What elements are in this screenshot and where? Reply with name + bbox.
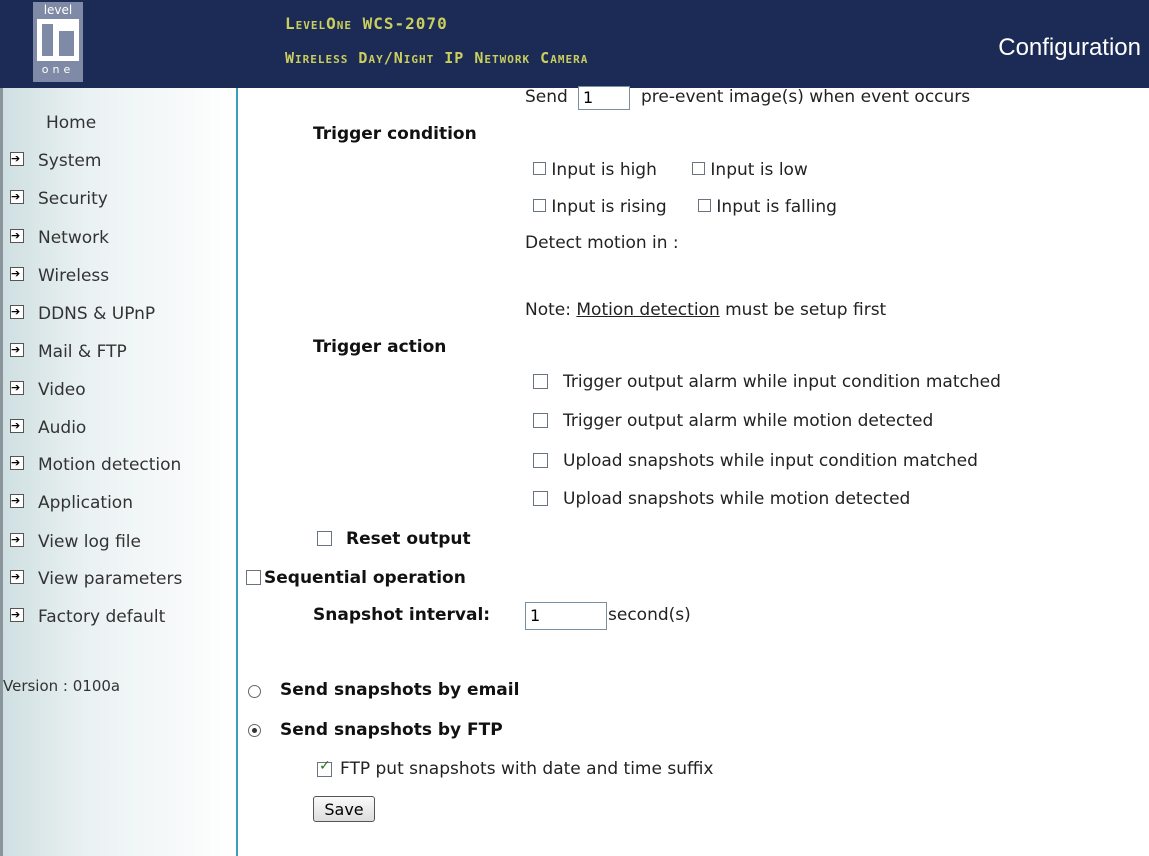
- upload-input-checkbox[interactable]: [533, 453, 548, 468]
- arrow-right-icon: [10, 416, 24, 436]
- product-name: LevelOne WCS-2070: [285, 14, 448, 33]
- sequential-operation-label: Sequential operation: [264, 568, 466, 588]
- sidebar-item-audio[interactable]: Audio: [10, 416, 86, 438]
- save-button[interactable]: Save: [313, 796, 375, 822]
- reset-output-checkbox[interactable]: [317, 531, 332, 546]
- upload-input-label: Upload snapshots while input condition m…: [563, 451, 978, 471]
- sidebar-item-home[interactable]: Home: [46, 113, 96, 133]
- upload-motion-label: Upload snapshots while motion detected: [563, 489, 911, 509]
- arrow-right-icon: [10, 378, 24, 398]
- trigger-alarm-input-checkbox[interactable]: [533, 374, 548, 389]
- sidebar-item-wireless[interactable]: Wireless: [10, 264, 109, 286]
- detect-motion-label: Detect motion in :: [525, 233, 679, 253]
- ftp-suffix-label: FTP put snapshots with date and time suf…: [340, 759, 714, 779]
- arrow-right-icon: [10, 567, 24, 587]
- logo-bottom-text: one: [41, 63, 75, 76]
- sidebar-item-ddns-upnp[interactable]: DDNS & UPnP: [10, 302, 155, 324]
- arrow-right-icon: [10, 340, 24, 360]
- reset-output-label: Reset output: [346, 529, 471, 549]
- arrow-right-icon: [10, 453, 24, 473]
- arrow-right-icon: [10, 187, 24, 207]
- send-ftp-radio[interactable]: [248, 724, 261, 737]
- trigger-alarm-input-label: Trigger output alarm while input conditi…: [563, 372, 1001, 392]
- sidebar-item-motion-detection[interactable]: Motion detection: [10, 453, 181, 475]
- input-falling-checkbox[interactable]: [698, 198, 711, 212]
- trigger-alarm-motion-checkbox[interactable]: [533, 413, 548, 428]
- trigger-action-heading: Trigger action: [313, 337, 447, 357]
- sidebar-item-view-parameters[interactable]: View parameters: [10, 567, 182, 589]
- logo-mark-icon: [37, 19, 79, 61]
- sidebar-item-factory-default[interactable]: Factory default: [10, 605, 165, 627]
- snapshot-interval-input[interactable]: 1: [525, 602, 607, 630]
- pre-event-count-input[interactable]: 1: [578, 86, 630, 110]
- input-low-option[interactable]: Input is low: [692, 160, 808, 180]
- send-ftp-label: Send snapshots by FTP: [280, 720, 503, 740]
- snapshot-interval-unit: second(s): [608, 605, 691, 625]
- levelone-logo: level one: [33, 2, 83, 82]
- input-rising-option[interactable]: Input is rising: [533, 197, 667, 217]
- sidebar-item-application[interactable]: Application: [10, 491, 133, 513]
- sidebar-item-view-log-file[interactable]: View log file: [10, 530, 141, 552]
- input-falling-option[interactable]: Input is falling: [698, 197, 837, 217]
- input-rising-checkbox[interactable]: [533, 198, 546, 212]
- pre-event-suffix: pre-event image(s) when event occurs: [641, 87, 971, 107]
- send-email-radio[interactable]: [248, 685, 261, 698]
- input-low-checkbox[interactable]: [692, 161, 705, 175]
- trigger-condition-heading: Trigger condition: [313, 124, 477, 144]
- arrow-right-icon: [10, 605, 24, 625]
- sidebar-divider: [236, 88, 238, 856]
- trigger-alarm-motion-label: Trigger output alarm while motion detect…: [563, 411, 934, 431]
- arrow-right-icon: [10, 264, 24, 284]
- arrow-right-icon: [10, 149, 24, 169]
- logo-top-text: level: [43, 3, 73, 17]
- firmware-version: Version : 0100a: [3, 677, 121, 695]
- arrow-right-icon: [10, 226, 24, 246]
- arrow-right-icon: [10, 302, 24, 322]
- sidebar-item-security[interactable]: Security: [10, 187, 108, 209]
- input-high-checkbox[interactable]: [533, 161, 546, 175]
- send-email-label: Send snapshots by email: [280, 680, 520, 700]
- ftp-suffix-checkbox[interactable]: [317, 758, 332, 777]
- sidebar-item-system[interactable]: System: [10, 149, 101, 171]
- arrow-right-icon: [10, 530, 24, 550]
- sidebar-item-network[interactable]: Network: [10, 226, 109, 248]
- page-title: Configuration: [998, 34, 1141, 61]
- motion-detection-link[interactable]: Motion detection: [576, 300, 719, 320]
- pre-event-send-label: Send: [525, 87, 568, 107]
- snapshot-interval-label: Snapshot interval:: [313, 605, 491, 625]
- product-subtitle: Wireless Day/Night IP Network Camera: [285, 49, 589, 67]
- sequential-operation-checkbox[interactable]: [246, 570, 261, 585]
- upload-motion-checkbox[interactable]: [533, 491, 548, 506]
- input-high-option[interactable]: Input is high: [533, 160, 657, 180]
- arrow-right-icon: [10, 491, 24, 511]
- header-bar: level one LevelOne WCS-2070 Wireless Day…: [0, 0, 1149, 88]
- sidebar-item-mail-ftp[interactable]: Mail & FTP: [10, 340, 127, 362]
- motion-note: Note: Motion detection must be setup fir…: [525, 300, 887, 320]
- sidebar-item-video[interactable]: Video: [10, 378, 86, 400]
